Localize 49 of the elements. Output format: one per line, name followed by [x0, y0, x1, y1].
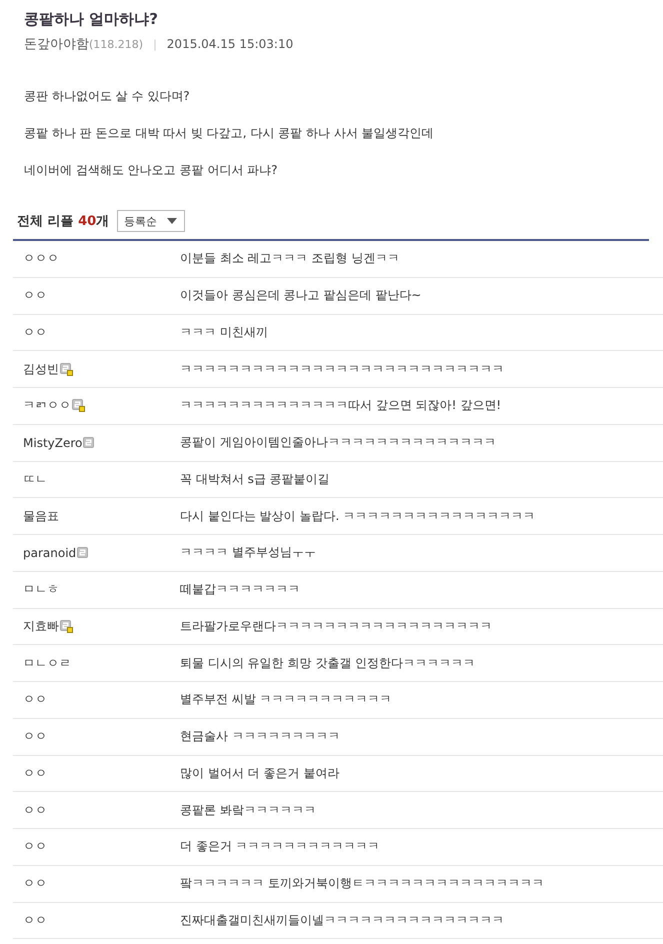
comment-text: 진짜대출갤미친새끼들이넬ㅋㅋㅋㅋㅋㅋㅋㅋㅋㅋㅋㅋㅋㅋㅋ: [180, 912, 504, 929]
post-date: 2015.04.15 15:03:10: [166, 36, 294, 53]
sort-dropdown[interactable]: 등록순: [117, 210, 186, 232]
separator: |: [153, 37, 157, 53]
post-title: 콩팥하나 얼마하냐?: [24, 10, 159, 28]
comment-author: ㅇㅇ: [23, 691, 47, 708]
comment-author: ㅁㄴㅇㄹ: [23, 654, 71, 672]
comment-author: ㅇㅇ: [23, 912, 47, 929]
comment-text: ㅋㅋㅋㅋㅋㅋㅋㅋㅋㅋㅋㅋㅋㅋ따서 갚으면 되잖아! 갚으면!: [180, 397, 502, 414]
caret-icon: [167, 218, 178, 224]
comment-text: ㅋㅋㅋ 미친새끼: [180, 324, 268, 341]
comment-author: 물음표: [23, 508, 59, 525]
comment-author: ㅁㄴㅎ: [23, 581, 59, 598]
comment-text: 떼붙갑ㅋㅋㅋㅋㅋㅋㅋ: [180, 581, 300, 598]
comment-text: 이것들아 콩심은데 콩나고 팥심은데 팥난다~: [180, 287, 422, 304]
comment-text: 많이 벌어서 더 좋은거 붙여라: [180, 764, 340, 782]
comment-author: 김성빈: [23, 360, 59, 378]
comment-text: 이분들 최소 레고ㅋㅋㅋ 조립형 닝겐ㅋㅋ: [180, 250, 400, 268]
comment-author: ㅇㅇ: [23, 802, 47, 819]
post-paragraph: 콩팥 하나 판 돈으로 대박 따서 빚 다갚고, 다시 콩팥 하나 사서 불일생각인데: [24, 125, 435, 142]
comment-author: paranoid: [23, 546, 76, 560]
post-author: 돈갚아야함: [24, 36, 89, 54]
comment-author: ㄸㄴ: [23, 470, 47, 488]
comment-author: ㅇㅇ: [23, 875, 47, 892]
comment-text: 콩팥이 게임아이템인줄아나ㅋㅋㅋㅋㅋㅋㅋㅋㅋㅋㅋㅋㅋㅋ: [180, 434, 496, 452]
comment-text: 퇴물 디시의 유일한 희망 갓출갤 인정한다ㅋㅋㅋㅋㅋㅋ: [180, 654, 476, 672]
comment-text: ㅋㅋㅋㅋ 별주부성님ㅜㅜ: [180, 544, 316, 562]
comment-text: 현금술사 ㅋㅋㅋㅋㅋㅋㅋㅋㅋ: [180, 728, 340, 746]
comment-author: ㅇㅇ: [23, 838, 47, 856]
comment-count-heading: 전체 리플 40개: [17, 213, 110, 230]
comment-author: ㅇㅇ: [23, 728, 47, 746]
comment-text: 다시 붙인다는 발상이 놀랍다. ㅋㅋㅋㅋㅋㅋㅋㅋㅋㅋㅋㅋㅋㅋㅋㅋ: [180, 508, 536, 525]
comment-text: 별주부전 씨발 ㅋㅋㅋㅋㅋㅋㅋㅋㅋㅋㅋ: [180, 691, 392, 708]
comment-author: 지효빠: [23, 618, 59, 635]
comment-text: 팤ㅋㅋㅋㅋㅋㅋ 토끼와거북이행ㅌㅋㅋㅋㅋㅋㅋㅋㅋㅋㅋㅋㅋㅋㅋㅋ: [180, 875, 544, 892]
comment-author: ㅇㅇ: [23, 324, 47, 341]
comment-text: 더 좋은거 ㅋㅋㅋㅋㅋㅋㅋㅋㅋㅋㅋㅋ: [180, 838, 380, 856]
author-ip: (118.218): [89, 37, 144, 53]
comment-author: MistyZero: [23, 436, 82, 450]
comment-author: ㅇㅇ: [23, 764, 47, 782]
comment-author: ㅇㅇ: [23, 287, 47, 304]
comment-text: 콩팥론 봐랔ㅋㅋㅋㅋㅋㅋ: [180, 802, 316, 819]
comment-text: 꼭 대박쳐서 s급 콩팥붙이길: [180, 470, 330, 488]
comment-author: ㅇㅇㅇ: [23, 250, 59, 268]
post-paragraph: 네이버에 검색해도 안나오고 콩팥 어디서 파냐?: [24, 162, 278, 179]
comment-text: 트라팔가로우랜다ㅋㅋㅋㅋㅋㅋㅋㅋㅋㅋㅋㅋㅋㅋㅋㅋㅋㅋ: [180, 618, 492, 635]
comment-author: ㅋㄺㅇㅇ: [23, 397, 71, 414]
post-paragraph: 콩판 하나없어도 살 수 있다며?: [24, 88, 191, 105]
comment-text: ㅋㅋㅋㅋㅋㅋㅋㅋㅋㅋㅋㅋㅋㅋㅋㅋㅋㅋㅋㅋㅋㅋㅋㅋㅋㅋㅋ: [180, 360, 504, 378]
